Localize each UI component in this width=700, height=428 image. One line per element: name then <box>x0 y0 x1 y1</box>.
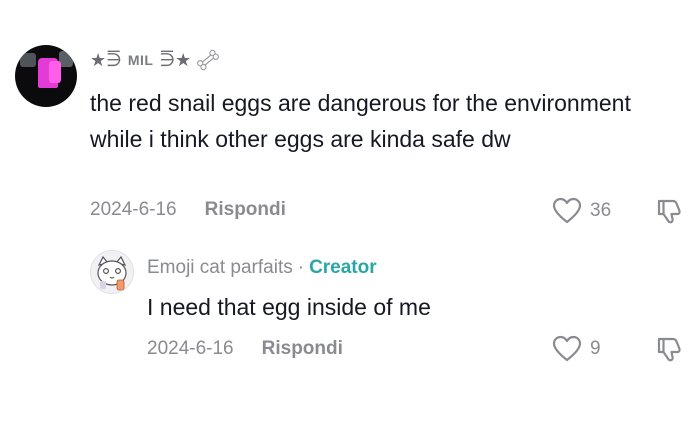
thumbs-down-icon <box>657 199 681 224</box>
reply-meta: 2024-6-16 Rispondi <box>147 338 343 360</box>
avatar-detail <box>59 51 73 67</box>
username-decoration: ⋽★ <box>159 49 192 70</box>
comment-text: the red snail eggs are dangerous for the… <box>90 90 631 152</box>
like-count: 36 <box>590 200 612 221</box>
avatar[interactable] <box>15 45 77 107</box>
comment-meta: 2024-6-16 Rispondi <box>90 199 286 221</box>
heart-outline-icon <box>552 197 582 224</box>
bone-icon <box>197 49 220 71</box>
avatar[interactable] <box>90 250 134 294</box>
dislike-button[interactable] <box>655 197 685 232</box>
username-text: MIL <box>127 52 154 68</box>
reply-button[interactable]: Rispondi <box>205 199 286 221</box>
reply-username[interactable]: Emoji cat parfaits <box>147 257 293 279</box>
reply-date: 2024-6-16 <box>147 338 234 359</box>
separator: · <box>297 257 305 278</box>
reply-button[interactable]: Rispondi <box>262 338 343 360</box>
dislike-button[interactable] <box>655 335 685 370</box>
like-button[interactable]: 36 <box>552 197 611 225</box>
comment-username[interactable]: ★⋽ MIL ⋽★ <box>90 47 221 73</box>
cat-emoji-icon <box>97 255 127 291</box>
comment-date: 2024-6-16 <box>90 199 177 220</box>
like-count: 9 <box>590 338 601 359</box>
thumbs-down-icon <box>657 337 681 362</box>
heart-outline-icon <box>552 335 582 362</box>
username-decoration: ★⋽ <box>90 49 122 70</box>
avatar-detail <box>20 53 36 67</box>
creator-badge: Creator <box>309 257 377 278</box>
like-button[interactable]: 9 <box>552 335 601 363</box>
reply-text: I need that egg inside of me <box>147 294 431 320</box>
reply-author-row: Emoji cat parfaits · Creator <box>147 257 377 279</box>
avatar-detail <box>49 61 61 83</box>
